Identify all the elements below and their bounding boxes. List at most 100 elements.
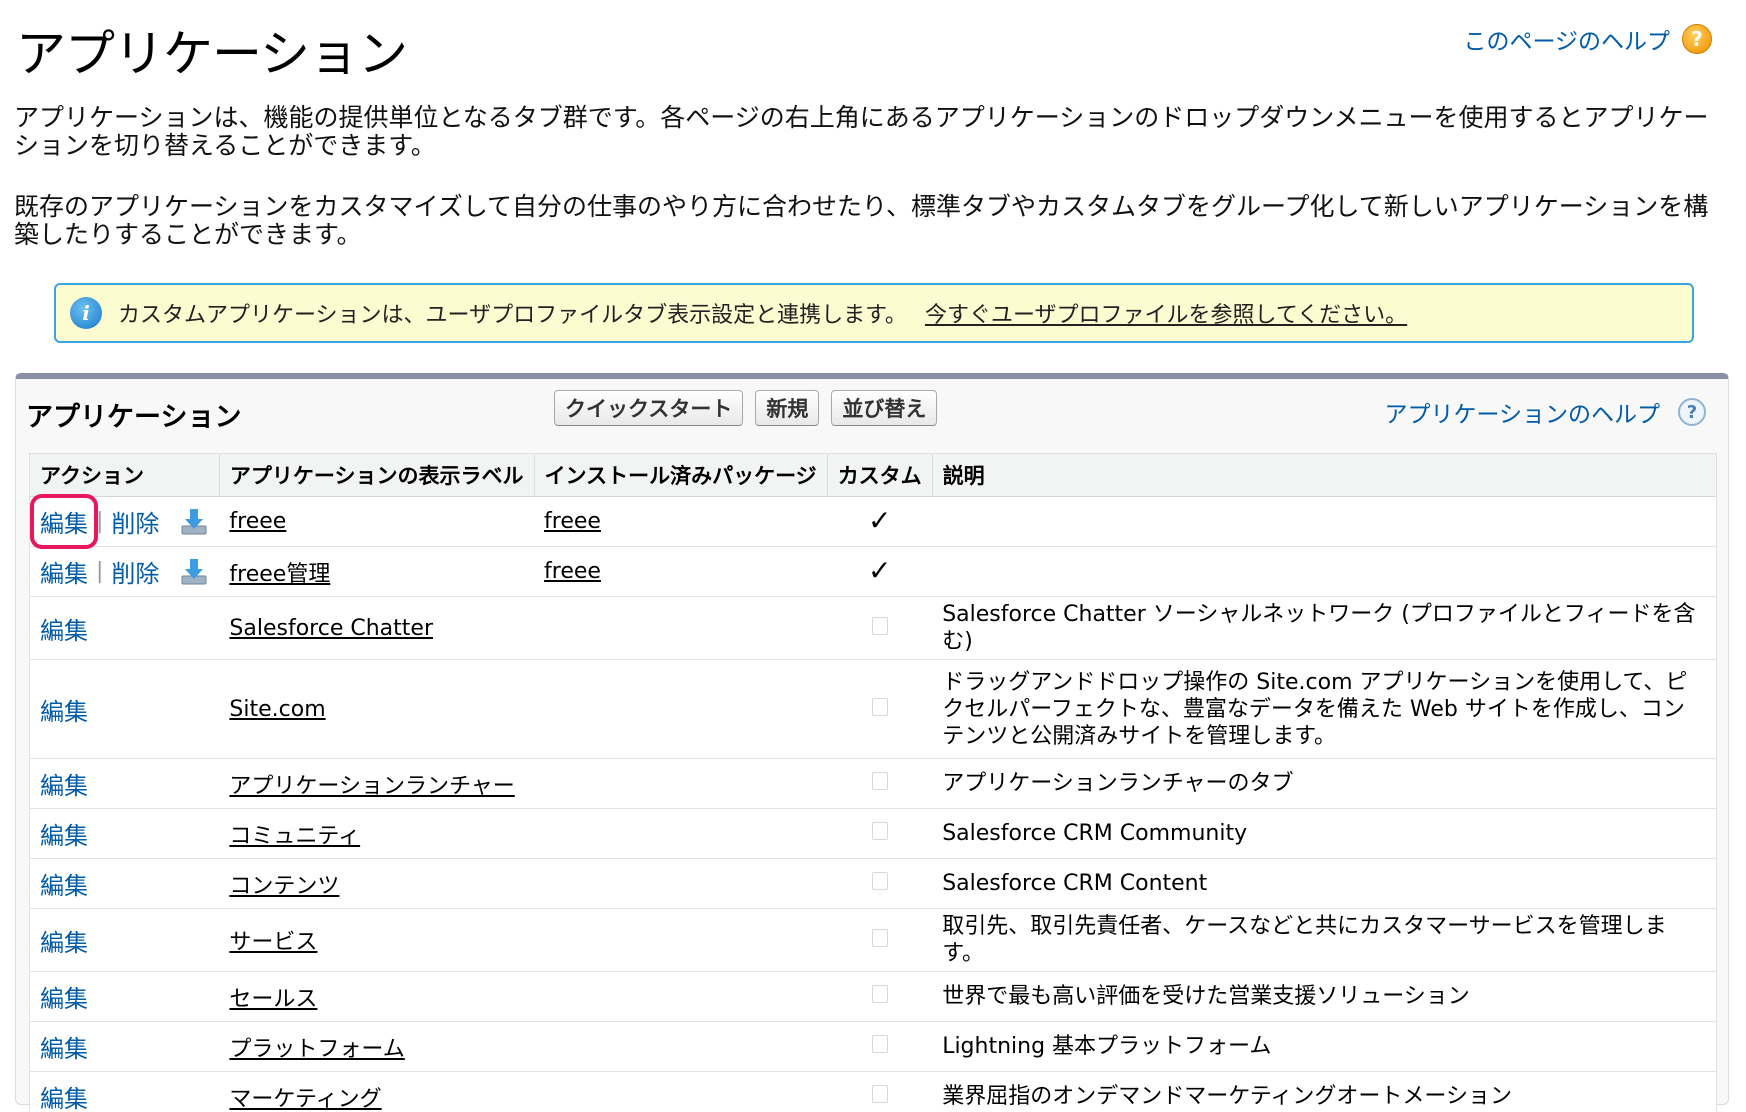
description-cell: 取引先、取引先責任者、ケースなどと共にカスタマーサービスを管理します。 (932, 908, 1717, 972)
table-row: 編集 セールス 世界で最も高い評価を受けた営業支援ソリューション (29, 971, 1717, 1022)
intro-paragraph: 既存のアプリケーションをカスタマイズして自分の仕事のやり方に合わせたり、標準タブ… (14, 192, 1709, 249)
app-label-link[interactable]: サービス (229, 930, 317, 955)
unchecked-box-icon (871, 616, 888, 635)
label-cell: コンテンツ (219, 858, 535, 909)
action-cell: 編集 (29, 1071, 220, 1112)
unchecked-box-icon (871, 985, 888, 1003)
action-cell: 編集 (29, 858, 220, 909)
action-cell: 編集 (29, 758, 220, 809)
label-cell: freee (219, 496, 535, 547)
package-cell (534, 908, 828, 972)
edit-link[interactable]: 編集 (40, 866, 88, 901)
apps-setup-page: アプリケーション このページのヘルプ ? アプリケーションは、機能の提供単位とな… (0, 0, 1746, 1112)
question-icon[interactable]: ? (1678, 398, 1706, 426)
checkmark-icon: ✓ (867, 504, 892, 537)
column-header-custom[interactable]: カスタム (826, 453, 933, 497)
column-header-action: アクション (29, 453, 220, 497)
unchecked-box-icon (871, 1035, 888, 1053)
view-user-profiles-link[interactable]: 今すぐユーザプロファイルを参照してください。 (925, 297, 1407, 329)
edit-link[interactable]: 編集 (40, 692, 88, 727)
table-row: 編集 マーケティング 業界屈指のオンデマンドマーケティングオートメーション (29, 1071, 1717, 1112)
delete-link[interactable]: 削除 (111, 554, 159, 589)
action-cell: 編集 | 削除 (29, 546, 220, 597)
edit-link[interactable]: 編集 (40, 923, 88, 958)
app-label-link[interactable]: freee (229, 509, 286, 534)
delete-link[interactable]: 削除 (111, 504, 159, 539)
table-row: 編集 Salesforce Chatter Salesforce Chatter ソ… (29, 596, 1717, 660)
panel-title: アプリケーション (26, 402, 242, 433)
download-package-icon[interactable] (179, 507, 209, 537)
app-label-link[interactable]: プラットフォーム (229, 1037, 404, 1062)
package-cell: freee (534, 496, 828, 547)
description-cell: Salesforce CRM Content (932, 858, 1717, 909)
action-cell: 編集 (29, 659, 220, 759)
label-cell: セールス (219, 971, 535, 1022)
edit-link[interactable]: 編集 (40, 554, 88, 589)
action-cell: 編集 (29, 1021, 220, 1072)
edit-link[interactable]: 編集 (40, 1079, 88, 1112)
info-message-box: i カスタムアプリケーションは、ユーザプロファイルタブ表示設定と連携します。 今… (54, 283, 1694, 343)
unchecked-box-icon (871, 822, 888, 840)
package-cell (534, 808, 828, 859)
unchecked-box-icon (871, 872, 888, 890)
info-icon: i (70, 297, 102, 329)
custom-cell (827, 808, 933, 859)
action-cell: 編集 (29, 908, 220, 972)
package-cell (534, 758, 828, 809)
action-cell: 編集 (29, 808, 220, 859)
description-cell: アプリケーションランチャーのタブ (932, 758, 1717, 809)
app-label-link[interactable]: Site.com (229, 697, 325, 722)
label-cell: マーケティング (219, 1071, 535, 1112)
panel-button-bar: クイックスタート 新規 並び替え (554, 390, 938, 426)
package-cell (534, 858, 828, 909)
apps-help-link[interactable]: アプリケーションのヘルプ ? (1384, 395, 1706, 429)
action-cell: 編集 | 削除 (29, 494, 220, 549)
label-cell: freee管理 (219, 546, 535, 597)
label-cell: Site.com (219, 659, 535, 759)
table-row: 編集 | 削除 freee管理 freee ✓ (29, 546, 1717, 597)
custom-cell (827, 758, 933, 809)
table-body: 編集 | 削除 freee freee ✓ 編集 | 削除 freee管理 freee ✓ 編集 Sale… (29, 494, 1717, 1112)
download-package-icon[interactable] (179, 557, 209, 587)
description-cell: Salesforce Chatter ソーシャルネットワーク (プロファイルとフ… (932, 596, 1717, 660)
app-label-link[interactable]: コンテンツ (229, 874, 339, 899)
page-help-link[interactable]: このページのヘルプ ? (1463, 22, 1712, 56)
app-label-link[interactable]: freee管理 (229, 562, 330, 587)
app-label-link[interactable]: マーケティング (229, 1087, 381, 1112)
description-cell: ドラッグアンドドロップ操作の Site.com アプリケーションを使用して、ピク… (932, 659, 1717, 759)
column-header-description[interactable]: 説明 (931, 453, 1717, 497)
unchecked-box-icon (871, 1085, 888, 1103)
question-icon[interactable]: ? (1682, 24, 1712, 54)
app-label-link[interactable]: Salesforce Chatter (229, 616, 433, 641)
edit-link[interactable]: 編集 (40, 816, 88, 851)
edit-link[interactable]: 編集 (40, 766, 88, 801)
quickstart-button[interactable]: クイックスタート (554, 390, 744, 426)
app-label-link[interactable]: セールス (229, 987, 317, 1012)
package-link[interactable]: freee (544, 509, 601, 534)
column-header-label[interactable]: アプリケーションの表示ラベル (218, 453, 535, 497)
package-cell (534, 1071, 828, 1112)
description-cell (932, 546, 1717, 597)
package-cell (534, 659, 828, 759)
edit-link[interactable]: 編集 (40, 979, 88, 1014)
column-header-package[interactable]: インストール済みパッケージ (533, 453, 828, 497)
reorder-button[interactable]: 並び替え (831, 390, 938, 426)
intro-paragraph: アプリケーションは、機能の提供単位となるタブ群です。各ページの右上角にあるアプリ… (14, 103, 1709, 160)
app-label-link[interactable]: コミュニティ (229, 824, 360, 849)
description-cell: Lightning 基本プラットフォーム (932, 1021, 1717, 1072)
apps-help-label[interactable]: アプリケーションのヘルプ (1384, 395, 1660, 429)
package-cell (534, 971, 828, 1022)
app-label-link[interactable]: アプリケーションランチャー (229, 774, 514, 799)
edit-link[interactable]: 編集 (30, 494, 98, 549)
package-link[interactable]: freee (544, 559, 601, 584)
action-cell: 編集 (29, 596, 220, 660)
description-cell: 業界屈指のオンデマンドマーケティングオートメーション (932, 1071, 1717, 1112)
edit-link[interactable]: 編集 (40, 1029, 88, 1064)
page-help-label[interactable]: このページのヘルプ (1463, 22, 1670, 56)
edit-link[interactable]: 編集 (40, 611, 88, 646)
unchecked-box-icon (871, 772, 888, 790)
custom-cell (827, 659, 933, 759)
applications-table: アクション アプリケーションの表示ラベル インストール済みパッケージ カスタム … (29, 453, 1717, 1112)
new-button[interactable]: 新規 (755, 390, 820, 426)
label-cell: Salesforce Chatter (219, 596, 535, 660)
